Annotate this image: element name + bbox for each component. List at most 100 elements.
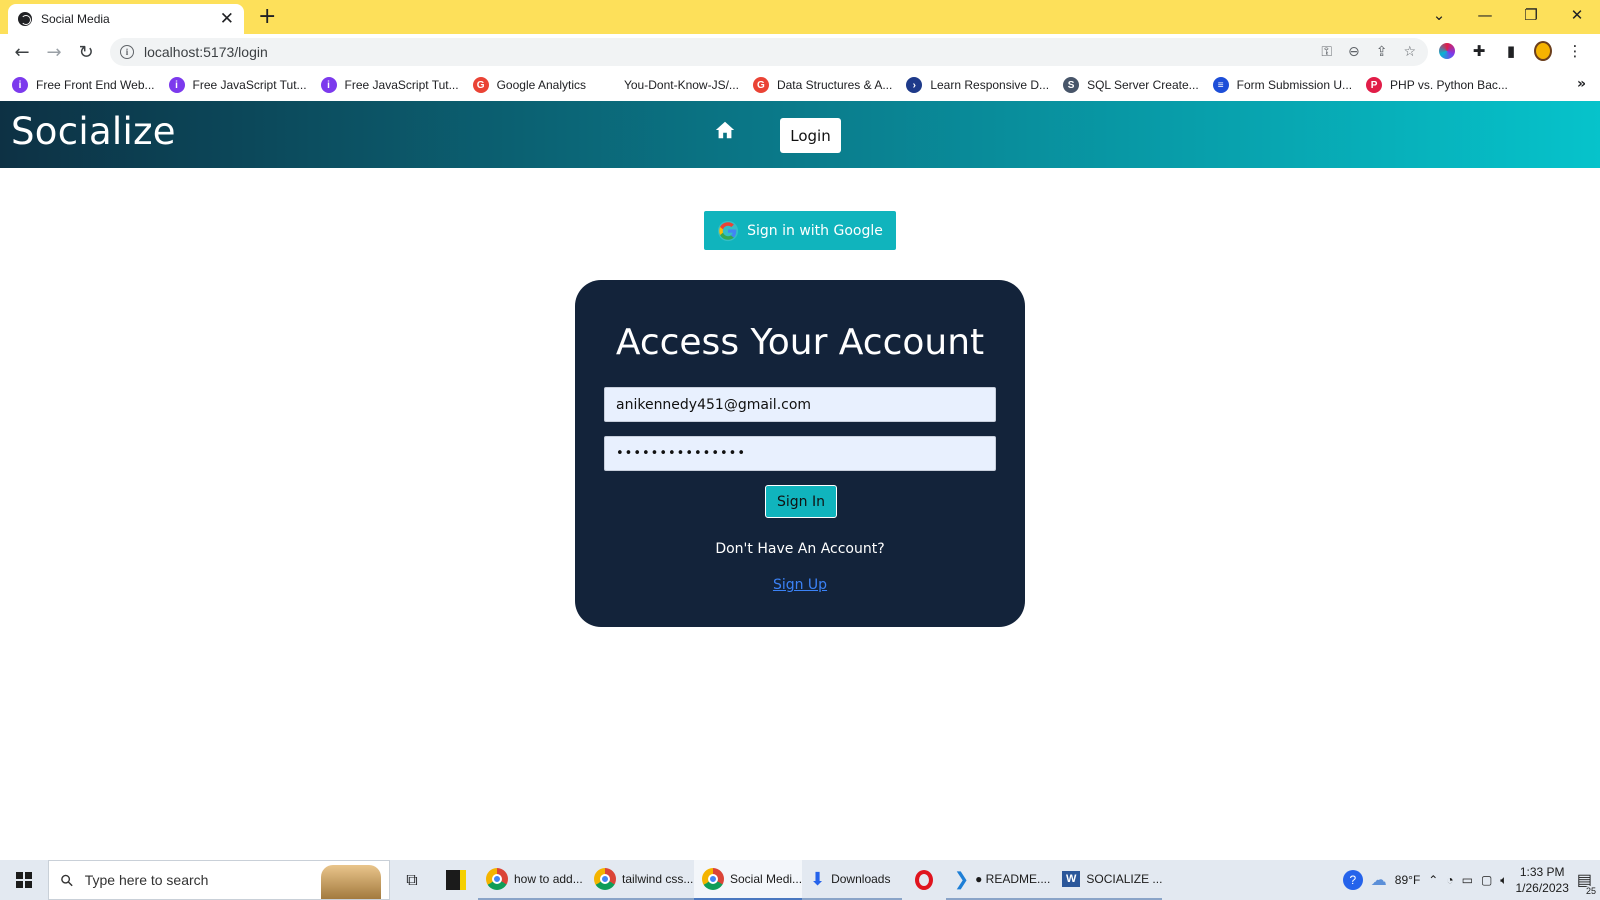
clock-time: 1:33 PM: [1519, 865, 1565, 879]
windows-taskbar: ⚲ Type here to search ⧉ how to add... tai…: [0, 860, 1600, 900]
share-icon[interactable]: ⇪: [1376, 44, 1388, 60]
weather-temp[interactable]: 89°F: [1395, 873, 1420, 887]
bookmarks-overflow-icon[interactable]: »: [1577, 76, 1586, 92]
chrome-icon: [702, 868, 724, 890]
search-placeholder: Type here to search: [84, 872, 209, 888]
cloud-weather-icon[interactable]: ☁: [1371, 870, 1387, 890]
bookmark-favicon-icon: P: [1366, 77, 1383, 93]
color-picker-extension-icon[interactable]: [1438, 42, 1456, 60]
bookmark-item[interactable]: P PHP vs. Python Bac...: [1366, 77, 1508, 93]
bookmark-label: Data Structures & A...: [776, 78, 893, 92]
forward-arrow-icon[interactable]: →: [42, 40, 66, 64]
tab-title: Social Media: [41, 12, 110, 26]
vscode-icon: ❯: [954, 868, 970, 889]
taskbar-app-label: how to add...: [514, 872, 583, 886]
email-field[interactable]: [604, 387, 996, 422]
bookmark-label: Free Front End Web...: [36, 78, 155, 92]
bookmark-favicon-icon: ›: [906, 77, 923, 93]
google-g-icon: [718, 220, 739, 241]
bookmark-label: You-Dont-Know-JS/...: [623, 78, 739, 92]
minimize-button[interactable]: —: [1462, 0, 1508, 30]
bookmark-item[interactable]: G Google Analytics: [472, 77, 586, 93]
bookmark-item[interactable]: G Data Structures & A...: [752, 77, 893, 93]
clock[interactable]: 1:33 PM 1/26/2023: [1515, 864, 1568, 896]
close-window-button[interactable]: ✕: [1554, 0, 1600, 30]
bookmark-item[interactable]: ≡ Form Submission U...: [1212, 77, 1353, 93]
bookmark-label: Free JavaScript Tut...: [192, 78, 307, 92]
opera-icon[interactable]: [902, 860, 946, 900]
notification-icon[interactable]: ▤ 25: [1577, 870, 1598, 896]
google-signin-label: Sign in with Google: [747, 222, 883, 239]
tab-search-chevron-icon[interactable]: ⌄: [1416, 0, 1462, 30]
menu-kebab-icon[interactable]: ⋮: [1566, 42, 1584, 60]
browser-toolbar: ← → ↻ i localhost:5173/login ⚿ ⊖ ⇪ ☆ ✚ ▮…: [0, 34, 1600, 70]
card-title: Access Your Account: [615, 322, 985, 363]
bookmark-item[interactable]: S SQL Server Create...: [1063, 77, 1199, 93]
bookmark-label: Google Analytics: [496, 78, 586, 92]
taskbar-app[interactable]: ⬇ Downloads: [802, 860, 902, 900]
sign-up-link[interactable]: Sign Up: [575, 577, 1025, 593]
close-tab-icon[interactable]: ✕: [220, 10, 234, 28]
bookmark-item[interactable]: › Learn Responsive D...: [906, 77, 1049, 93]
bookmarks-bar: i Free Front End Web... i Free JavaScript T…: [0, 70, 1600, 100]
notification-count: 25: [1583, 886, 1598, 896]
help-icon[interactable]: ?: [1342, 870, 1363, 890]
windows-logo-icon: [16, 872, 32, 888]
address-bar[interactable]: i localhost:5173/login ⚿ ⊖ ⇪ ☆: [110, 38, 1428, 66]
bookmark-label: Form Submission U...: [1236, 78, 1353, 92]
header-login-button[interactable]: Login: [780, 118, 841, 153]
word-icon: W: [1062, 871, 1081, 887]
home-icon[interactable]: [714, 119, 736, 141]
new-tab-button[interactable]: +: [258, 4, 276, 30]
password-field[interactable]: [604, 436, 996, 471]
bookmark-item[interactable]: i Free Front End Web...: [12, 77, 155, 93]
back-arrow-icon[interactable]: ←: [10, 40, 34, 64]
brand-logo-text[interactable]: Socialize: [11, 110, 176, 153]
google-signin-button[interactable]: Sign in with Google: [704, 211, 896, 250]
bookmark-favicon-icon: S: [1063, 77, 1080, 93]
side-panel-icon[interactable]: ▮: [1502, 42, 1520, 60]
taskbar-app-label: Downloads: [831, 872, 891, 886]
taskbar-app-label: Social Medi...: [730, 872, 802, 886]
puzzle-extensions-icon[interactable]: ✚: [1470, 42, 1488, 60]
task-view-icon[interactable]: ⧉: [390, 860, 434, 900]
bookmark-favicon-icon: i: [168, 77, 185, 93]
sticky-notes-icon[interactable]: [434, 860, 478, 900]
url-text[interactable]: localhost:5173/login: [144, 44, 1321, 60]
device-icon[interactable]: ▢: [1481, 873, 1492, 887]
sign-in-button[interactable]: Sign In: [765, 485, 837, 518]
zoom-icon[interactable]: ⊖: [1348, 44, 1360, 60]
site-info-icon[interactable]: i: [120, 45, 134, 59]
bookmark-favicon-icon: [599, 77, 616, 93]
start-button[interactable]: [0, 860, 48, 900]
taskbar-app-label: tailwind css...: [622, 872, 694, 886]
bookmark-item[interactable]: i Free JavaScript Tut...: [168, 77, 307, 93]
wifi-icon[interactable]: ◔: [1446, 873, 1453, 887]
browser-tab[interactable]: Social Media ✕: [8, 4, 244, 34]
star-icon[interactable]: ☆: [1403, 44, 1416, 60]
taskbar-search-box[interactable]: ⚲ Type here to search: [48, 860, 390, 900]
taskbar-app[interactable]: ❯ ● README....: [946, 860, 1054, 900]
bookmark-favicon-icon: ≡: [1212, 77, 1229, 93]
restore-button[interactable]: ❐: [1508, 0, 1554, 30]
download-folder-icon: ⬇: [810, 868, 826, 889]
taskbar-app-label: ● README....: [975, 872, 1051, 886]
profile-avatar-icon[interactable]: [1534, 41, 1552, 61]
speaker-icon[interactable]: 🔈︎: [1500, 873, 1507, 888]
bookmark-item[interactable]: i Free JavaScript Tut...: [320, 77, 459, 93]
search-highlight-illustration: [321, 865, 381, 899]
bookmark-favicon-icon: G: [752, 77, 769, 93]
clock-date: 1/26/2023: [1515, 881, 1569, 895]
bookmark-favicon-icon: i: [12, 77, 28, 93]
chevron-up-icon[interactable]: ⌃: [1428, 873, 1438, 887]
key-icon[interactable]: ⚿: [1321, 44, 1332, 60]
taskbar-app[interactable]: W SOCIALIZE ...: [1054, 860, 1162, 900]
bookmark-label: Free JavaScript Tut...: [344, 78, 459, 92]
bookmark-label: SQL Server Create...: [1087, 78, 1199, 92]
taskbar-app[interactable]: Social Medi...: [694, 860, 802, 900]
taskbar-app[interactable]: how to add...: [478, 860, 586, 900]
taskbar-app[interactable]: tailwind css...: [586, 860, 694, 900]
battery-icon[interactable]: ▭: [1462, 873, 1473, 887]
bookmark-item[interactable]: You-Dont-Know-JS/...: [599, 77, 739, 93]
reload-icon[interactable]: ↻: [74, 40, 98, 64]
